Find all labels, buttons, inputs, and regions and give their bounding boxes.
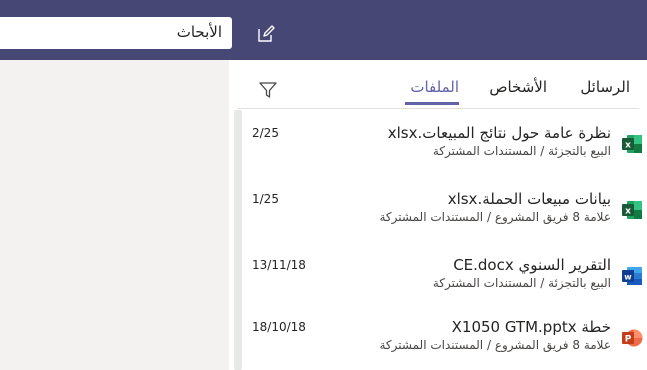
tab-divider [238,108,639,109]
word-icon: w [622,267,642,285]
file-path: البيع بالتجزئة / المستندات المشتركة [432,276,611,290]
file-date: 2/25 [252,126,279,140]
file-title: خطة X1050 GTM.pptx [451,318,611,336]
tab-messages[interactable]: الرسائل [580,78,630,96]
tab-people[interactable]: الأشخاص [489,78,547,96]
file-path: البيع بالتجزئة / المستندات المشتركة [432,144,611,158]
excel-icon: x [622,201,642,219]
svg-text:w: w [624,273,632,282]
file-date: 1/25 [252,192,279,206]
file-date: 18/10/18 [252,320,306,334]
file-title: بيانات مبيعات الحملة.xlsx [447,190,611,208]
file-row[interactable]: 13/11/18 التقرير السنوي CE.docx البيع با… [244,256,647,312]
left-panel [0,60,229,370]
file-date: 13/11/18 [252,258,306,272]
tab-files[interactable]: الملفات [410,78,459,96]
file-row[interactable]: 2/25 نظرة عامة حول نتائج المبيعات.xlsx ا… [244,124,647,180]
file-path: علامة 8 فريق المشروع / المستندات المشترك… [379,210,612,224]
file-title: نظرة عامة حول نتائج المبيعات.xlsx [387,124,611,142]
active-tab-indicator [405,102,459,105]
svg-text:P: P [625,335,632,345]
excel-icon: x [622,135,642,153]
svg-text:x: x [625,207,631,217]
compose-icon[interactable] [256,24,276,44]
scrollbar[interactable] [234,110,242,370]
file-title: التقرير السنوي CE.docx [453,256,611,274]
file-path: علامة 8 فريق المشروع / المستندات المشترك… [379,338,612,352]
tab-bar: الرسائل الأشخاص الملفات [238,60,647,108]
file-row[interactable]: 1/25 بيانات مبيعات الحملة.xlsx علامة 8 ف… [244,190,647,246]
filter-icon[interactable] [258,80,278,100]
svg-text:x: x [625,141,631,151]
top-bar: الأبحاث [0,0,647,60]
search-input[interactable]: الأبحاث [0,17,232,49]
search-query: الأبحاث [176,23,222,41]
file-row[interactable]: 18/10/18 خطة X1050 GTM.pptx علامة 8 فريق… [244,318,647,370]
powerpoint-icon: P [622,329,643,347]
